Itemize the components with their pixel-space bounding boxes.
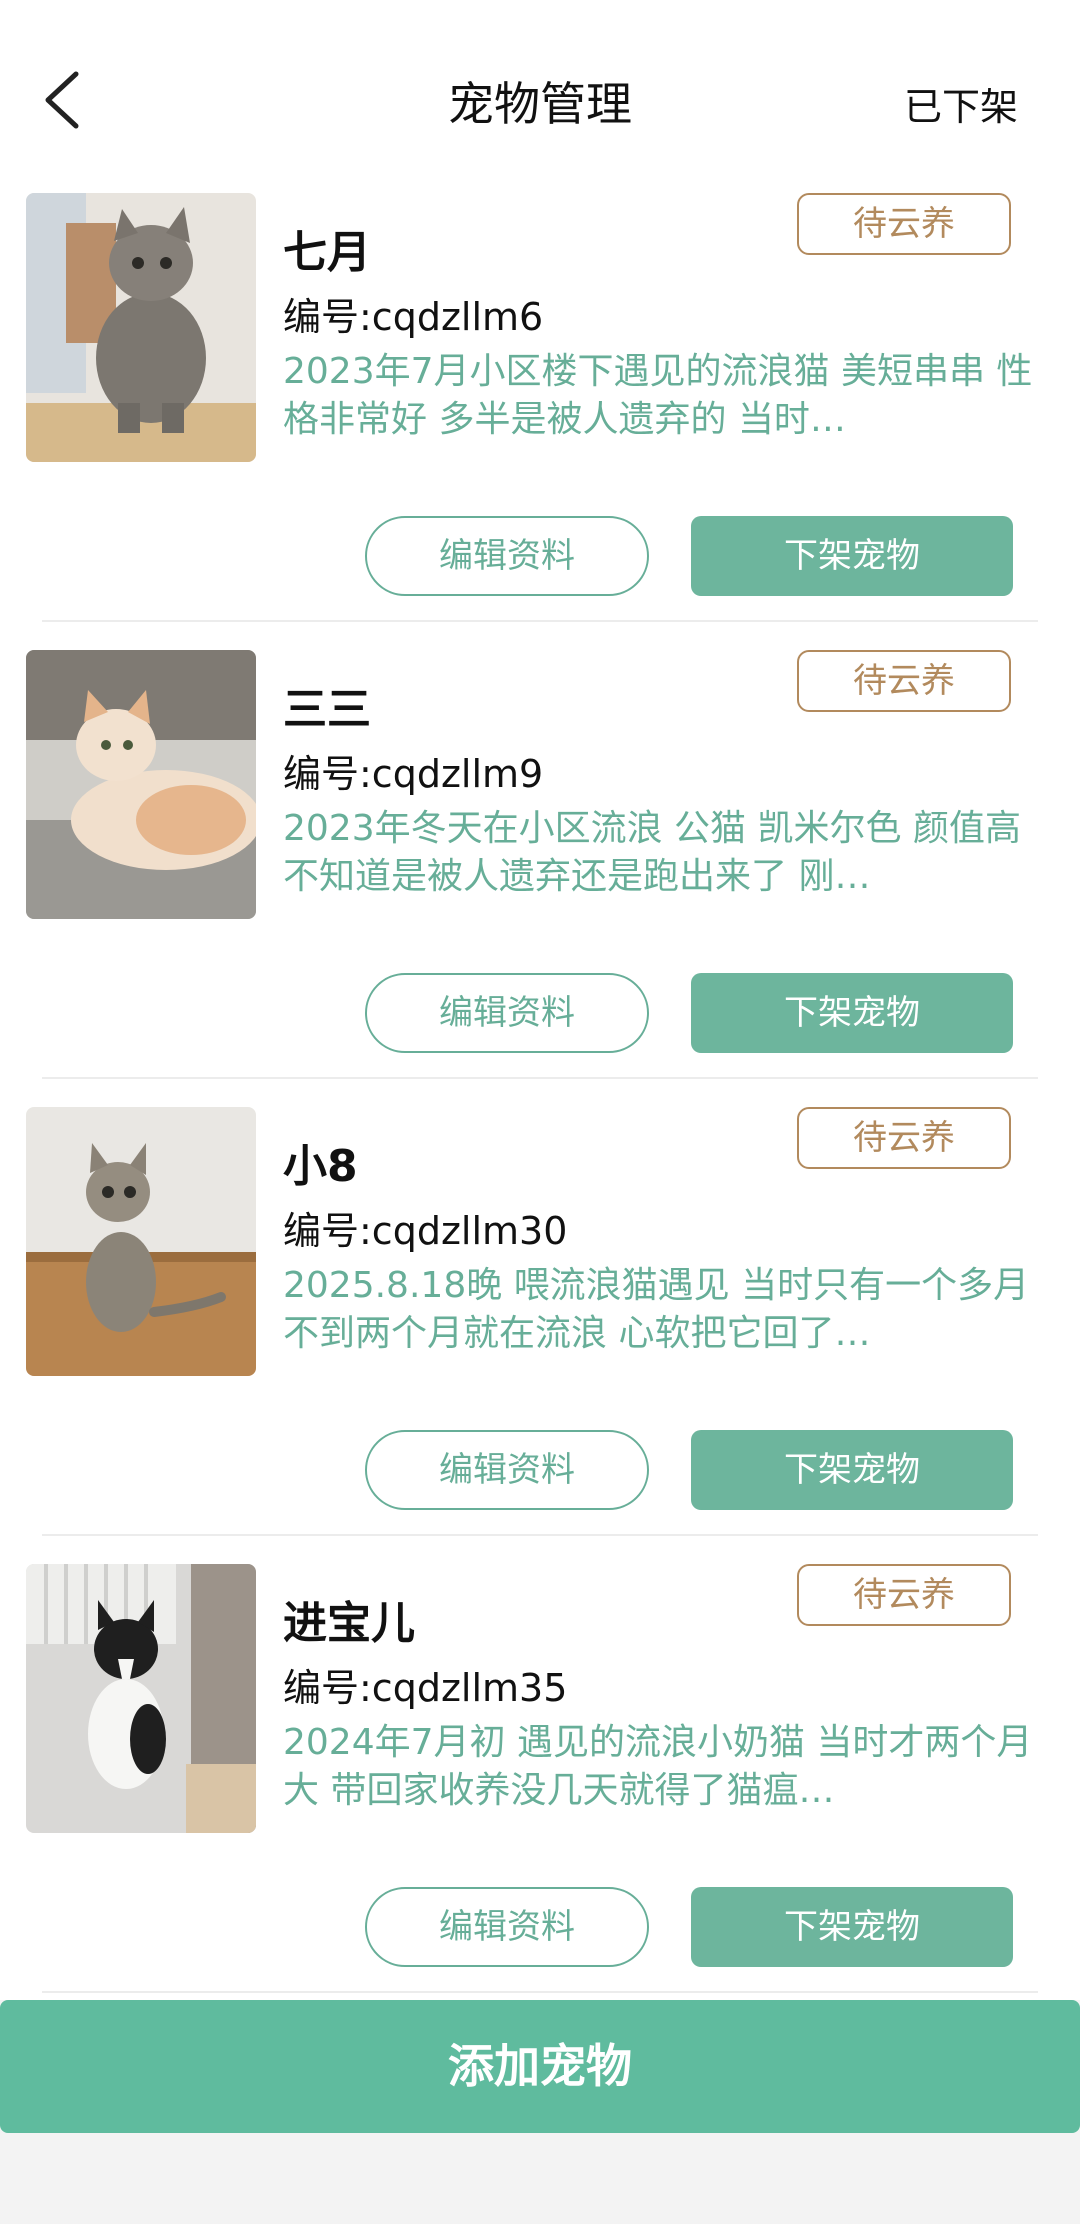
chevron-left-icon <box>45 71 79 129</box>
pet-name: 七月 <box>283 227 371 278</box>
divider <box>42 1991 1038 1993</box>
pet-card: 三三 编号:cqdzllm9 2023年冬天在小区流浪 公猫 凯米尔色 颜值高 … <box>0 647 1080 1104</box>
pet-card: 七月 编号:cqdzllm6 2023年7月小区楼下遇见的流浪猫 美短串串 性格… <box>0 190 1080 647</box>
edit-profile-button[interactable]: 编辑资料 <box>365 1430 649 1510</box>
status-badge: 待云养 <box>797 650 1011 712</box>
add-pet-button[interactable]: 添加宠物 <box>0 2000 1080 2133</box>
pet-photo[interactable] <box>26 650 256 919</box>
status-badge: 待云养 <box>797 1107 1011 1169</box>
offshelf-pet-button[interactable]: 下架宠物 <box>691 516 1013 596</box>
offshelf-pet-button[interactable]: 下架宠物 <box>691 1430 1013 1510</box>
edit-profile-button[interactable]: 编辑资料 <box>365 973 649 1053</box>
edit-profile-button[interactable]: 编辑资料 <box>365 516 649 596</box>
header: 宠物管理 已下架 <box>0 0 1080 190</box>
pet-description: 2023年7月小区楼下遇见的流浪猫 美短串串 性格非常好 多半是被人遗弃的 当时… <box>283 351 1033 440</box>
pet-photo[interactable] <box>26 1107 256 1376</box>
pet-card: 小8 编号:cqdzllm30 2025.8.18晚 喂流浪猫遇见 当时只有一个… <box>0 1104 1080 1561</box>
pet-photo[interactable] <box>26 1564 256 1833</box>
pet-description: 2025.8.18晚 喂流浪猫遇见 当时只有一个多月不到两个月就在流浪 心软把它… <box>283 1265 1030 1354</box>
pet-card: 进宝儿 编号:cqdzllm35 2024年7月初 遇见的流浪小奶猫 当时才两个… <box>0 1561 1080 2018</box>
divider <box>42 1077 1038 1079</box>
pet-list: 七月 编号:cqdzllm6 2023年7月小区楼下遇见的流浪猫 美短串串 性格… <box>0 190 1080 2018</box>
divider <box>42 620 1038 622</box>
pet-code: 编号:cqdzllm9 <box>283 752 544 796</box>
edit-profile-button[interactable]: 编辑资料 <box>365 1887 649 1967</box>
pet-photo[interactable] <box>26 193 256 462</box>
pet-name: 三三 <box>283 684 371 735</box>
pet-name: 小8 <box>283 1141 358 1192</box>
pet-code: 编号:cqdzllm35 <box>283 1666 568 1710</box>
pet-description: 2024年7月初 遇见的流浪小奶猫 当时才两个月大 带回家收养没几天就得了猫瘟… <box>283 1722 1033 1811</box>
offshelf-pet-button[interactable]: 下架宠物 <box>691 1887 1013 1967</box>
pet-description: 2023年冬天在小区流浪 公猫 凯米尔色 颜值高 不知道是被人遗弃还是跑出来了 … <box>283 808 1021 897</box>
offshelf-list-link[interactable]: 已下架 <box>904 76 1018 131</box>
bottom-bar: 添加宠物 <box>0 2000 1080 2224</box>
status-badge: 待云养 <box>797 1564 1011 1626</box>
offshelf-pet-button[interactable]: 下架宠物 <box>691 973 1013 1053</box>
pet-code: 编号:cqdzllm6 <box>283 295 544 339</box>
back-button[interactable] <box>30 62 90 138</box>
pet-name: 进宝儿 <box>283 1598 415 1649</box>
divider <box>42 1534 1038 1536</box>
status-badge: 待云养 <box>797 193 1011 255</box>
pet-code: 编号:cqdzllm30 <box>283 1209 568 1253</box>
